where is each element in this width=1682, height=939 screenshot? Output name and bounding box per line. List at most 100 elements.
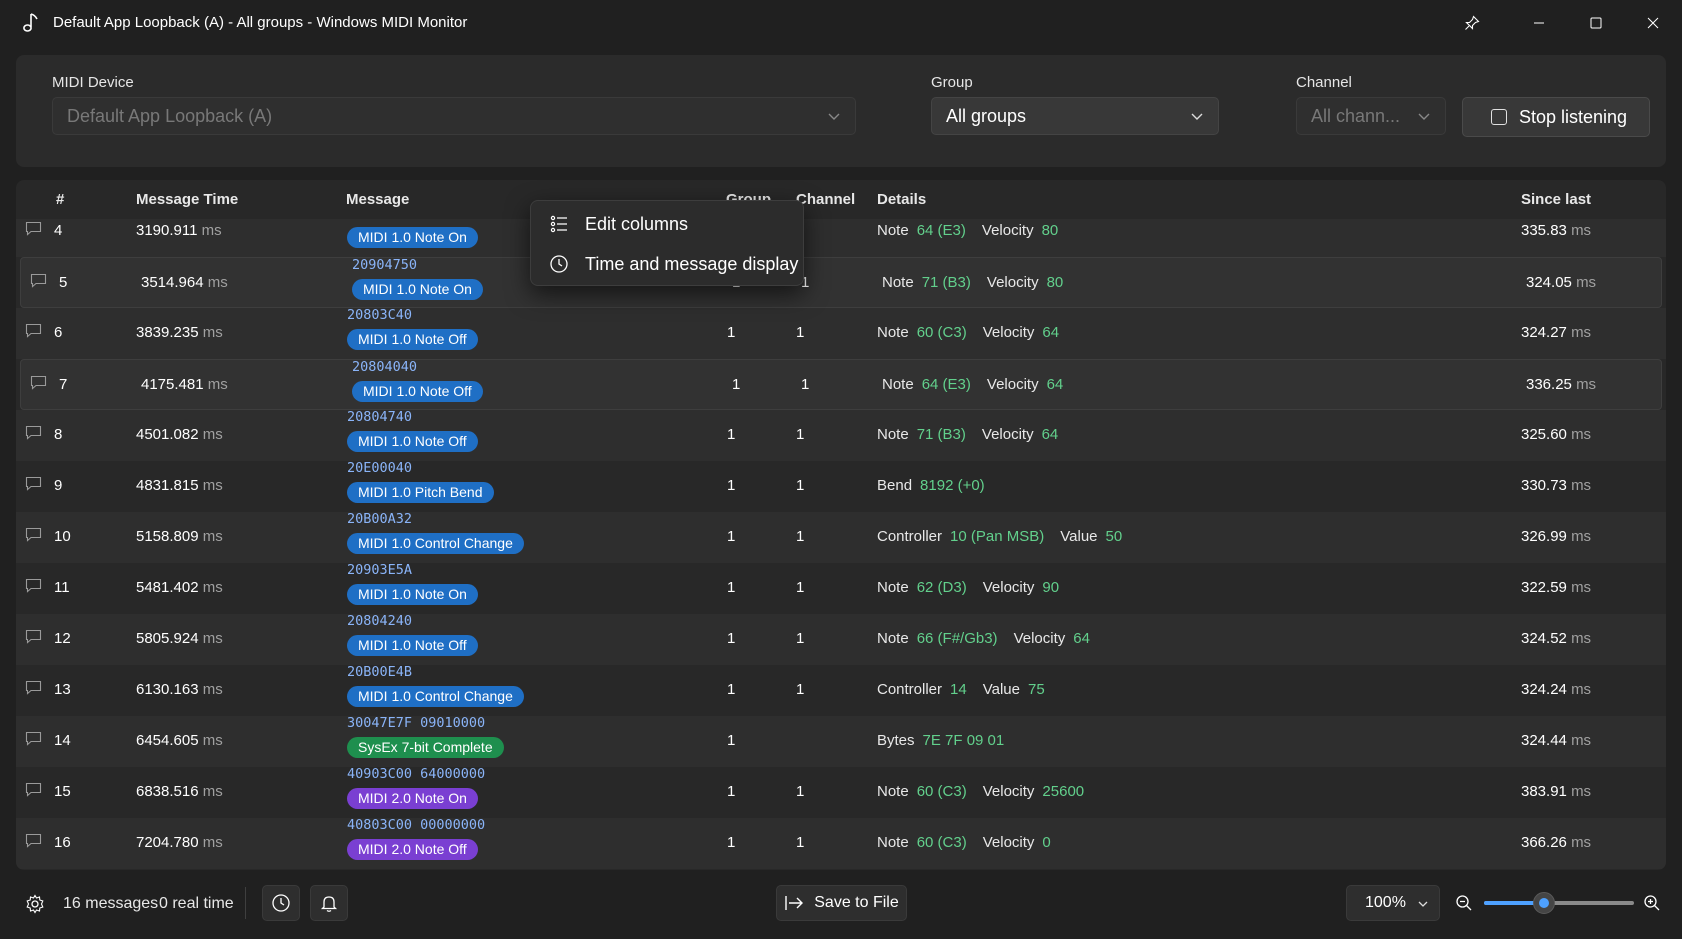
- zoom-in-icon[interactable]: [1643, 894, 1661, 912]
- message-time: 6454.605 ms: [136, 732, 223, 749]
- details: Controller 14 Value 75: [877, 681, 1061, 698]
- details: Controller 10 (Pan MSB) Value 50: [877, 528, 1138, 545]
- time-unit: ms: [207, 376, 228, 393]
- since-value: 324.27: [1521, 324, 1567, 341]
- table-row[interactable]: 14 6454.605 ms 30047E7F 09010000 SysEx 7-bi…: [16, 715, 1666, 767]
- column-message[interactable]: Message: [346, 191, 409, 208]
- menu-item-label: Edit columns: [585, 213, 689, 234]
- group-dropdown[interactable]: All groups: [931, 97, 1219, 135]
- comment-icon[interactable]: [25, 680, 42, 695]
- message-hex: 30047E7F 09010000: [347, 715, 486, 731]
- column-details[interactable]: Details: [877, 191, 926, 208]
- comment-icon[interactable]: [30, 273, 47, 288]
- time-display-button[interactable]: [262, 885, 300, 921]
- menu-item-edit-columns[interactable]: Edit columns: [531, 204, 803, 244]
- detail-value: 60 (C3): [916, 324, 967, 341]
- table-row[interactable]: 15 6838.516 ms 40903C00 64000000 MIDI 2.0 N…: [16, 766, 1666, 818]
- zoom-dropdown[interactable]: 100%: [1346, 885, 1440, 921]
- row-number: 4: [54, 222, 63, 239]
- message-type-badge: MIDI 1.0 Note On: [347, 227, 478, 248]
- row-number: 11: [54, 579, 70, 596]
- row-number: 14: [54, 732, 71, 749]
- detail-value: 50: [1105, 528, 1123, 545]
- detail-key: Velocity: [981, 426, 1034, 443]
- close-button[interactable]: [1630, 6, 1676, 40]
- comment-icon[interactable]: [25, 731, 42, 746]
- stop-listening-toggle[interactable]: Stop listening: [1462, 97, 1650, 137]
- channel-dropdown[interactable]: All chann...: [1296, 97, 1446, 135]
- table-row[interactable]: 16 7204.780 ms 40803C00 00000000 MIDI 2.0 N…: [16, 817, 1666, 869]
- detail-value: 25600: [1042, 783, 1085, 800]
- table-row[interactable]: 12 5805.924 ms 20804240 MIDI 1.0 Note Off 1 1…: [16, 613, 1666, 665]
- message-type-badge: MIDI 1.0 Control Change: [347, 533, 524, 554]
- comment-icon[interactable]: [25, 578, 42, 593]
- detail-key: Note: [877, 630, 909, 647]
- table-row[interactable]: 7 4175.481 ms 20804040 MIDI 1.0 Note Off 1 1 N…: [20, 359, 1662, 410]
- detail-key: Velocity: [982, 579, 1035, 596]
- table-row[interactable]: 6 3839.235 ms 20803C40 MIDI 1.0 Note Off 1 1 N…: [16, 307, 1666, 359]
- column-channel[interactable]: Channel: [796, 191, 855, 208]
- row-number: 10: [54, 528, 71, 545]
- midi-device-dropdown[interactable]: Default App Loopback (A): [52, 97, 856, 135]
- channel-value: 1: [796, 783, 805, 800]
- since-last: 330.73 ms: [1521, 477, 1591, 494]
- row-number: 15: [54, 783, 71, 800]
- since-value: 330.73: [1521, 477, 1567, 494]
- comment-icon[interactable]: [30, 375, 47, 390]
- column-context-menu: Edit columns Time and message display: [530, 200, 804, 286]
- message-hex: 20804040: [352, 359, 418, 375]
- time-unit: ms: [202, 528, 223, 545]
- zoom-slider[interactable]: [1484, 892, 1634, 914]
- chevron-down-icon: [828, 113, 840, 120]
- detail-value: 64: [1042, 324, 1060, 341]
- detail-value: 64 (E3): [916, 222, 966, 239]
- group-value: 1: [727, 681, 736, 698]
- table-row[interactable]: 4 3190.911 ms 20904050 MIDI 1.0 Note On Note…: [16, 219, 1666, 257]
- since-unit: ms: [1571, 732, 1592, 749]
- details: Bytes 7E 7F 09 01: [877, 732, 1020, 749]
- group-value: 1: [727, 477, 736, 494]
- message-type-badge: MIDI 2.0 Note On: [347, 788, 478, 809]
- zoom-out-icon[interactable]: [1455, 894, 1473, 912]
- table-header: # Message Time Message Group Channel Det…: [16, 180, 1666, 220]
- comment-icon[interactable]: [25, 323, 42, 338]
- comment-icon[interactable]: [25, 782, 42, 797]
- row-number: 16: [54, 834, 71, 851]
- comment-icon[interactable]: [25, 476, 42, 491]
- table-row[interactable]: 53514.964 ms20904750MIDI 1.0 Note On11No…: [20, 257, 1662, 308]
- channel-value: 1: [796, 630, 805, 647]
- gear-icon[interactable]: [25, 894, 45, 914]
- comment-icon[interactable]: [25, 425, 42, 440]
- zoom-value: 100%: [1365, 894, 1406, 911]
- table-row[interactable]: 9 4831.815 ms 20E00040 MIDI 1.0 Pitch Bend 1…: [16, 460, 1666, 512]
- details: Note 66 (F#/Gb3) Velocity 64: [877, 630, 1106, 647]
- comment-icon[interactable]: [25, 833, 42, 848]
- column-since-last[interactable]: Since last: [1521, 191, 1591, 208]
- detail-key: Note: [877, 783, 909, 800]
- message-type-badge: SysEx 7-bit Complete: [347, 737, 504, 758]
- menu-item-time-display[interactable]: Time and message display: [531, 244, 803, 284]
- divider: [245, 887, 246, 919]
- comment-icon[interactable]: [25, 629, 42, 644]
- row-number: 5: [59, 274, 68, 291]
- minimize-button[interactable]: [1516, 6, 1562, 40]
- message-count: 16 messages: [63, 895, 159, 912]
- zoom-slider-thumb[interactable]: [1533, 892, 1555, 914]
- table-row[interactable]: 11 5481.402 ms 20903E5A MIDI 1.0 Note On 1 1 N…: [16, 562, 1666, 614]
- table-row[interactable]: 10 5158.809 ms 20B00A32 MIDI 1.0 Control Ch…: [16, 511, 1666, 563]
- notifications-button[interactable]: [310, 885, 348, 921]
- column-number[interactable]: #: [56, 191, 64, 208]
- message-type-badge: MIDI 2.0 Note Off: [347, 839, 478, 860]
- time-value: 3190.911: [136, 222, 198, 239]
- table-row[interactable]: 8 4501.082 ms 20804740 MIDI 1.0 Note Off 1 1 N…: [16, 409, 1666, 461]
- message-hex: 20903E5A: [347, 562, 413, 578]
- comment-icon[interactable]: [25, 527, 42, 542]
- since-value: 322.59: [1521, 579, 1567, 596]
- column-message-time[interactable]: Message Time: [136, 191, 238, 208]
- pin-button[interactable]: [1449, 6, 1495, 40]
- maximize-button[interactable]: [1573, 6, 1619, 40]
- save-to-file-button[interactable]: Save to File: [776, 885, 907, 921]
- comment-icon[interactable]: [25, 221, 42, 236]
- since-last: 324.05 ms: [1526, 274, 1596, 291]
- table-row[interactable]: 13 6130.163 ms 20B00E4B MIDI 1.0 Control Ch…: [16, 664, 1666, 716]
